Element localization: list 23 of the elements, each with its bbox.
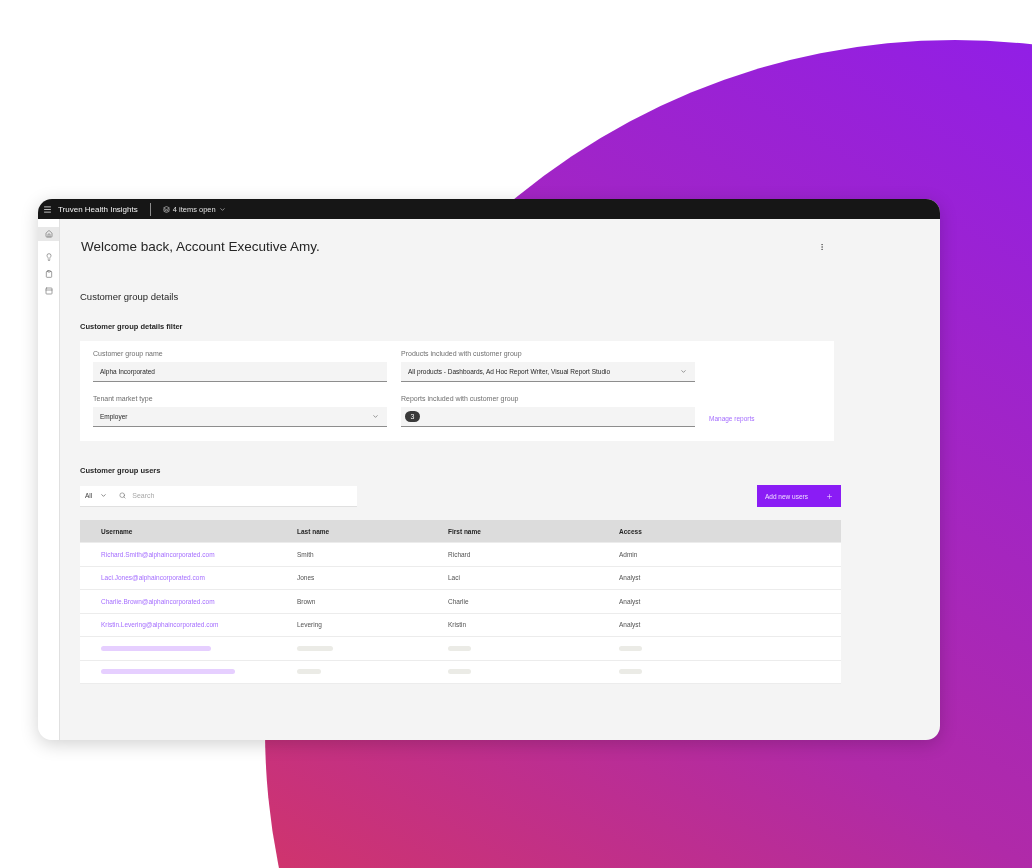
chevron-down-icon: [372, 413, 379, 420]
loading-placeholder: [297, 645, 333, 651]
loading-placeholder: [619, 669, 642, 675]
layers-icon: [162, 205, 170, 213]
chevron-down-icon: [100, 492, 108, 499]
lightbulb-icon: [44, 253, 53, 261]
plus-icon: [826, 492, 833, 500]
loading-placeholder: [297, 669, 321, 675]
loading-placeholder: [448, 669, 471, 675]
sidebar-item[interactable]: [38, 227, 59, 241]
search-icon: [119, 492, 127, 499]
home-icon: [44, 230, 53, 238]
chevron-down-icon: [680, 368, 687, 375]
welcome-heading: Welcome back, Account Executive Amy.: [81, 239, 320, 254]
section-title: Customer group details: [80, 291, 180, 302]
chevron-down-icon: [218, 205, 226, 213]
loading-placeholder: [448, 645, 471, 651]
more-options-icon[interactable]: [818, 242, 826, 251]
layout-icon: [44, 287, 53, 295]
menu-icon[interactable]: [43, 204, 52, 214]
loading-placeholder: [619, 645, 642, 651]
clipboard-icon: [44, 270, 53, 278]
app-name: Truven Health Insights: [58, 204, 138, 214]
